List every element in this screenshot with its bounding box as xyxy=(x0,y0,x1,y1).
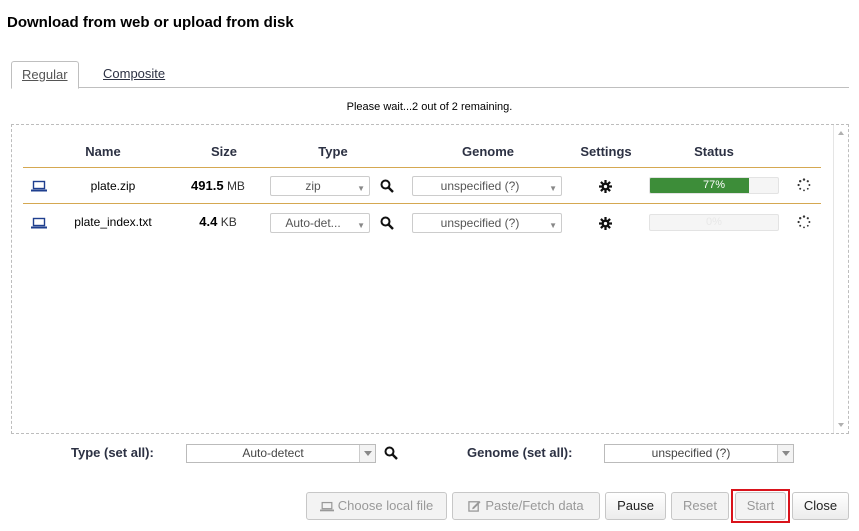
paste-fetch-button[interactable]: Paste/Fetch data xyxy=(452,492,600,520)
type-select-value: zip xyxy=(305,179,321,193)
upload-drop-area[interactable]: Name Size Type Genome Settings Status pl… xyxy=(11,124,849,434)
file-size-value: 491.5 xyxy=(191,178,224,193)
gear-icon[interactable] xyxy=(599,180,612,193)
file-size-unit: KB xyxy=(220,215,237,229)
genome-set-all-value: unspecified (?) xyxy=(651,446,731,460)
search-icon[interactable] xyxy=(384,446,398,460)
genome-set-all-select[interactable]: unspecified (?) xyxy=(604,444,794,463)
tab-bar: Regular Composite xyxy=(11,61,849,89)
genome-select[interactable]: unspecified (?) ▼ xyxy=(412,176,562,196)
laptop-icon xyxy=(31,180,47,192)
genome-set-all-label: Genome (set all): xyxy=(467,445,573,460)
start-button-highlight xyxy=(731,489,790,523)
file-size: 4.4 KB xyxy=(173,214,263,229)
file-name: plate_index.txt xyxy=(74,215,152,229)
upload-progress-bar: 77% xyxy=(649,177,779,194)
header-settings: Settings xyxy=(580,144,632,159)
tab-composite[interactable]: Composite xyxy=(93,61,175,88)
scroll-down-icon[interactable] xyxy=(838,423,844,427)
header-name: Name xyxy=(85,144,121,159)
chevron-down-icon: ▼ xyxy=(549,221,557,230)
paste-fetch-label: Paste/Fetch data xyxy=(485,498,584,513)
vertical-scrollbar[interactable] xyxy=(833,125,848,433)
header-genome: Genome xyxy=(461,144,514,159)
laptop-icon xyxy=(319,501,334,512)
genome-select-value: unspecified (?) xyxy=(440,179,520,193)
spinner-icon xyxy=(797,215,811,229)
type-set-all-value: Auto-detect xyxy=(242,446,304,460)
type-set-all-label: Type (set all): xyxy=(71,445,154,460)
file-name: plate.zip xyxy=(90,179,136,193)
upload-row: plate.zip 491.5 MB zip ▼ unspecified (?)… xyxy=(23,167,821,204)
scroll-up-icon[interactable] xyxy=(838,131,844,135)
genome-select-value: unspecified (?) xyxy=(440,216,520,230)
file-size-unit: MB xyxy=(226,179,245,193)
upload-dialog: Download from web or upload from disk Re… xyxy=(0,0,859,531)
header-status: Status xyxy=(694,144,734,159)
tab-regular[interactable]: Regular xyxy=(11,61,79,89)
genome-select[interactable]: unspecified (?) ▼ xyxy=(412,213,562,233)
choose-local-file-label: Choose local file xyxy=(337,498,434,513)
chevron-down-icon: ▼ xyxy=(549,184,557,193)
spinner-icon xyxy=(797,178,811,192)
close-button[interactable]: Close xyxy=(792,492,849,520)
header-type: Type xyxy=(318,144,348,159)
search-icon[interactable] xyxy=(380,216,394,230)
progress-text: 77% xyxy=(702,179,726,191)
type-select[interactable]: Auto-det... ▼ xyxy=(270,213,370,233)
type-set-all-select[interactable]: Auto-detect xyxy=(186,444,376,463)
type-select[interactable]: zip ▼ xyxy=(270,176,370,196)
chevron-down-icon: ▼ xyxy=(357,184,365,193)
search-icon[interactable] xyxy=(380,179,394,193)
progress-text: 0% xyxy=(706,216,722,228)
type-select-value: Auto-det... xyxy=(285,216,341,230)
dialog-title: Download from web or upload from disk xyxy=(7,14,294,31)
pause-button[interactable]: Pause xyxy=(605,492,666,520)
chevron-down-icon[interactable] xyxy=(777,445,793,462)
file-size: 491.5 MB xyxy=(173,178,263,193)
header-size: Size xyxy=(210,144,237,159)
chevron-down-icon[interactable] xyxy=(359,445,375,462)
choose-local-file-button[interactable]: Choose local file xyxy=(306,492,447,520)
reset-button[interactable]: Reset xyxy=(671,492,729,520)
chevron-down-icon: ▼ xyxy=(357,221,365,230)
laptop-icon xyxy=(31,217,47,229)
gear-icon[interactable] xyxy=(599,217,612,230)
upload-progress-bar: 0% xyxy=(649,214,779,231)
upload-row: plate_index.txt 4.4 KB Auto-det... ▼ uns… xyxy=(23,205,821,242)
pencil-square-icon xyxy=(468,500,481,512)
status-message: Please wait...2 out of 2 remaining. xyxy=(346,101,513,113)
file-size-value: 4.4 xyxy=(199,214,218,229)
